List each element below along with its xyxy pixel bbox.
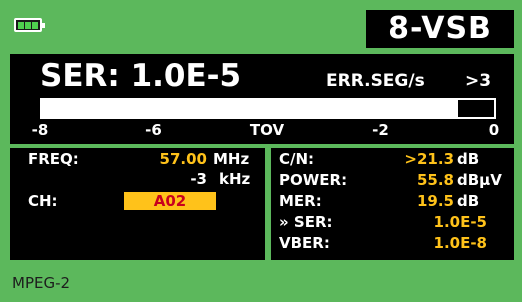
power-unit: dBµV [457, 171, 502, 189]
ser-level-bar-fill [42, 100, 458, 117]
ser-value: 1.0E-5 [433, 213, 487, 231]
scale-label: TOV [249, 121, 285, 139]
battery-icon [14, 18, 45, 32]
freq-value[interactable]: 57.00 [160, 150, 207, 168]
ser-meter-panel: SER: 1.0E-5 ERR.SEG/s >3 -8 -6 TOV -2 0 [10, 54, 514, 144]
ser-reading: SER: 1.0E-5 [40, 58, 242, 94]
cn-label: C/N: [279, 150, 315, 168]
scale-label: 0 [488, 121, 500, 139]
battery-cell [32, 22, 38, 29]
vber-label: VBER: [279, 234, 330, 252]
freq-unit: MHz [213, 150, 250, 168]
tuning-panel: FREQ: 57.00 MHz -3 kHz CH: A02 [10, 148, 265, 260]
errseg-value: >3 [465, 71, 492, 91]
mer-unit: dB [457, 192, 480, 210]
battery-cell [25, 22, 31, 29]
scale-label: -8 [31, 121, 49, 139]
ser-level-bar [40, 98, 496, 119]
battery-cell [18, 22, 24, 29]
ch-label: CH: [28, 192, 58, 210]
cn-unit: dB [457, 150, 480, 168]
offset-unit: kHz [219, 170, 251, 188]
scale-label: -6 [145, 121, 162, 139]
cn-value: >21.3 [404, 150, 454, 168]
power-label: POWER: [279, 171, 348, 189]
scale-label: -2 [372, 121, 389, 139]
freq-label: FREQ: [28, 150, 79, 168]
mer-value: 19.5 [416, 192, 454, 210]
power-value: 55.8 [416, 171, 454, 189]
stream-type: MPEG-2 [12, 274, 71, 292]
mer-label: MER: [279, 192, 322, 210]
vber-value: 1.0E-8 [433, 234, 487, 252]
measurements-panel: C/N: >21.3 dB POWER: 55.8 dBµV MER: 19.5… [271, 148, 514, 260]
channel-field[interactable]: A02 [124, 192, 216, 210]
ser-label: » SER: [279, 213, 333, 231]
modulation-label: 8-VSB [366, 10, 514, 48]
errseg-label: ERR.SEG/s [326, 71, 425, 91]
offset-value: -3 [190, 170, 207, 188]
